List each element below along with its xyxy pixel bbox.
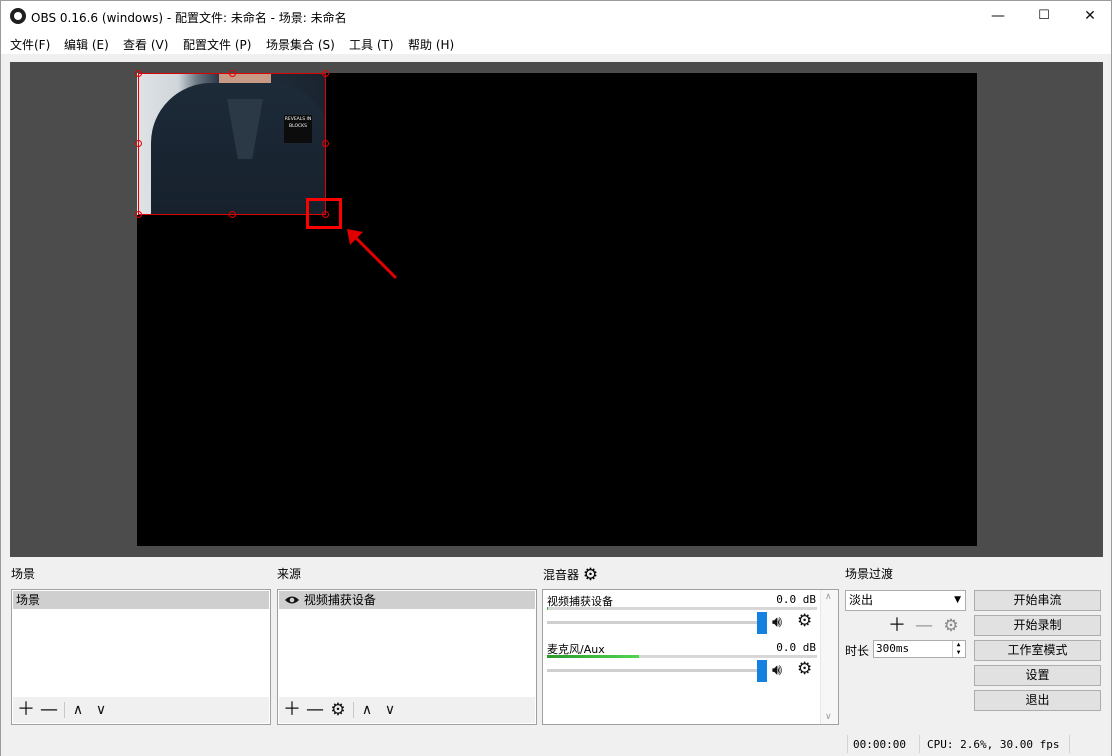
mixer-title-text: 混音器 [543, 568, 580, 582]
resize-handle-top-left[interactable] [135, 70, 142, 77]
mixer-channel-db: 0.0 dB [776, 641, 816, 654]
move-scene-up-button[interactable]: ∧ [67, 698, 89, 722]
mixer-gear-icon[interactable]: ⚙ [583, 565, 598, 585]
annotation-arrow-icon [347, 229, 398, 280]
menu-bar: 文件(F) 编辑 (E) 查看 (V) 配置文件 (P) 场景集合 (S) 工具… [1, 32, 1111, 54]
maximize-button[interactable]: ☐ [1021, 1, 1067, 32]
mixer-volume-meter [547, 655, 817, 658]
scroll-down-icon[interactable]: ∨ [825, 712, 832, 722]
mixer-slider-thumb[interactable] [757, 612, 767, 634]
menu-view[interactable]: 查看 (V) [123, 36, 168, 53]
status-divider [1069, 735, 1070, 753]
mixer-volume-slider[interactable] [547, 621, 763, 624]
source-list-item[interactable]: 视频捕获设备 [279, 591, 535, 609]
sources-toolbar: ＋ — ⚙ ∧ ∨ [279, 697, 535, 723]
menu-file[interactable]: 文件(F) [10, 36, 50, 53]
toolbar-divider [353, 702, 354, 718]
transition-properties-gear-icon[interactable]: ⚙ [940, 614, 962, 638]
menu-help[interactable]: 帮助 (H) [408, 36, 454, 53]
speaker-icon[interactable]: 🔊︎ [772, 612, 782, 632]
status-bar: 00:00:00 CPU: 2.6%, 30.00 fps [1, 732, 1111, 756]
close-button[interactable]: ✕ [1067, 1, 1112, 32]
mixer-meter-fill [547, 607, 548, 610]
transitions-panel-title: 场景过渡 [845, 567, 894, 581]
exit-button[interactable]: 退出 [974, 690, 1101, 711]
duration-spinbox[interactable]: 300ms ▲ ▼ [873, 640, 966, 658]
resize-handle-right[interactable] [322, 140, 329, 147]
remove-source-button[interactable]: — [304, 698, 326, 722]
mixer-scrollbar[interactable]: ∧ ∨ [820, 590, 838, 724]
menu-edit[interactable]: 编辑 (E) [64, 36, 109, 53]
sources-panel-title: 来源 [277, 567, 302, 581]
add-scene-button[interactable]: ＋ [15, 698, 37, 722]
start-streaming-button[interactable]: 开始串流 [974, 590, 1101, 611]
status-time: 00:00:00 [853, 738, 906, 751]
status-divider [919, 735, 920, 753]
move-source-up-button[interactable]: ∧ [356, 698, 378, 722]
obs-logo-icon [10, 8, 26, 24]
duration-label: 时长 [845, 644, 870, 658]
move-scene-down-button[interactable]: ∨ [90, 698, 112, 722]
menu-tools[interactable]: 工具 (T) [349, 36, 394, 53]
transition-select[interactable]: 淡出 ▼ [845, 590, 966, 611]
mixer-panel: 视频捕获设备 0.0 dB 🔊︎ ⚙ 麦克风/Aux 0.0 dB 🔊︎ ⚙ ∧… [542, 589, 839, 725]
window-title: OBS 0.16.6 (windows) - 配置文件: 未命名 - 场景: 未… [31, 11, 347, 25]
annotation-highlight-box [306, 198, 342, 229]
scenes-panel-title: 场景 [11, 567, 36, 581]
mixer-slider-thumb[interactable] [757, 660, 767, 682]
remove-scene-button[interactable]: — [38, 698, 60, 722]
mixer-channel-db: 0.0 dB [776, 593, 816, 606]
minimize-button[interactable]: — [975, 1, 1021, 32]
resize-handle-top-right[interactable] [322, 70, 329, 77]
mixer-volume-slider[interactable] [547, 669, 763, 672]
resize-handle-bottom-left[interactable] [135, 211, 142, 218]
toolbar-divider [64, 702, 65, 718]
scroll-up-icon[interactable]: ∧ [825, 592, 832, 602]
scene-list-item[interactable]: 场景 [13, 591, 269, 609]
resize-handle-top[interactable] [229, 70, 236, 77]
title-bar: OBS 0.16.6 (windows) - 配置文件: 未命名 - 场景: 未… [1, 1, 1111, 32]
channel-gear-icon[interactable]: ⚙ [797, 611, 812, 631]
scenes-list[interactable]: 场景 ＋ — ∧ ∨ [11, 589, 271, 725]
add-transition-button[interactable]: ＋ [886, 614, 908, 638]
move-source-down-button[interactable]: ∨ [379, 698, 401, 722]
add-source-button[interactable]: ＋ [281, 698, 303, 722]
source-properties-gear-icon[interactable]: ⚙ [327, 698, 349, 722]
sources-list[interactable]: 视频捕获设备 ＋ — ⚙ ∧ ∨ [277, 589, 537, 725]
obs-window: OBS 0.16.6 (windows) - 配置文件: 未命名 - 场景: 未… [0, 0, 1112, 756]
source-selection-box[interactable] [138, 73, 326, 215]
studio-mode-button[interactable]: 工作室模式 [974, 640, 1101, 661]
duration-value: 300ms [876, 642, 910, 655]
speaker-icon[interactable]: 🔊︎ [772, 660, 782, 680]
menu-scene-collection[interactable]: 场景集合 (S) [266, 36, 335, 53]
channel-gear-icon[interactable]: ⚙ [797, 659, 812, 679]
scenes-toolbar: ＋ — ∧ ∨ [13, 697, 269, 723]
mixer-meter-fill [547, 655, 639, 658]
mixer-volume-meter [547, 607, 817, 610]
menu-profile[interactable]: 配置文件 (P) [183, 36, 251, 53]
resize-handle-left[interactable] [135, 140, 142, 147]
transition-selected-value: 淡出 [849, 593, 874, 607]
spin-arrows-icon[interactable]: ▲ ▼ [952, 641, 964, 657]
status-cpu-fps: CPU: 2.6%, 30.00 fps [927, 738, 1060, 751]
remove-transition-button[interactable]: — [913, 614, 935, 638]
eye-icon[interactable] [284, 595, 300, 605]
settings-button[interactable]: 设置 [974, 665, 1101, 686]
status-divider [847, 735, 848, 753]
resize-handle-bottom[interactable] [229, 211, 236, 218]
start-recording-button[interactable]: 开始录制 [974, 615, 1101, 636]
mixer-panel-title: 混音器 ⚙ [543, 565, 598, 585]
source-name: 视频捕获设备 [303, 593, 376, 607]
dropdown-arrow-icon[interactable]: ▼ [954, 591, 961, 610]
